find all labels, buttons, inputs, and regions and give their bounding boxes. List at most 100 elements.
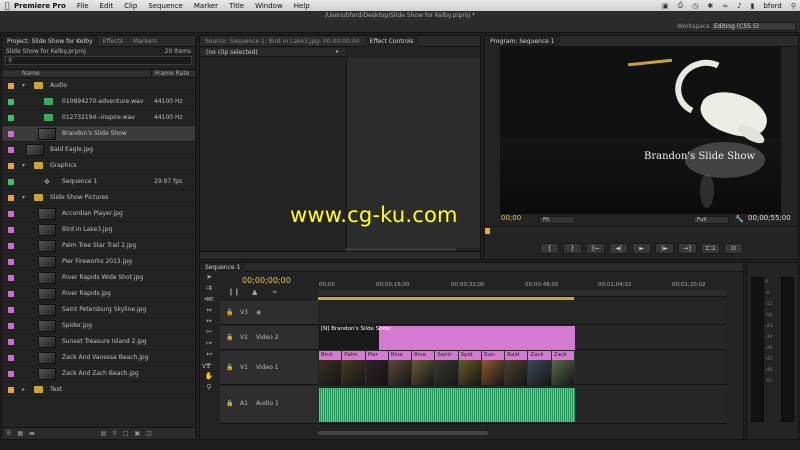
label-swatch[interactable] [8, 243, 14, 249]
label-swatch[interactable] [8, 355, 14, 361]
menu-app[interactable]: Premiere Pro [14, 2, 66, 10]
video-clip[interactable]: Rive [388, 351, 413, 385]
project-item[interactable]: Zack And Zach Beach.jpg [2, 366, 195, 382]
label-swatch[interactable] [8, 179, 14, 185]
track-select-icon[interactable]: ⇉ [203, 284, 215, 293]
lock-icon[interactable]: 🔓 [226, 364, 233, 371]
selection-tool-icon[interactable]: ➤ [203, 273, 215, 282]
arrow-right-icon[interactable]: ▸ [336, 48, 339, 55]
project-item[interactable]: River Rapids.jpg [2, 286, 195, 302]
menu-window[interactable]: Window [255, 2, 283, 10]
slide-icon[interactable]: ↤ [203, 350, 215, 359]
project-item[interactable]: Palm Tree Star Trail 2.jpg [2, 238, 195, 254]
ripple-edit-icon[interactable]: ⋘ [203, 295, 215, 304]
trash-icon[interactable]: ◫ [146, 430, 152, 437]
rate-stretch-icon[interactable]: ↔ [203, 317, 215, 326]
chevron-right-icon[interactable]: ▸ [22, 386, 25, 393]
lock-icon[interactable]: 🔓 [226, 309, 233, 316]
playhead-marker[interactable] [485, 228, 490, 234]
program-timecode[interactable]: 00;00 [501, 214, 521, 222]
volume-icon[interactable]: ♪ [737, 2, 741, 10]
col-name[interactable]: Name [2, 70, 152, 77]
zoom-slider[interactable]: ▬ [29, 430, 35, 437]
project-item[interactable]: Zack And Vanessa Beach.jpg [2, 350, 195, 366]
label-swatch[interactable] [8, 371, 14, 377]
program-video-frame[interactable]: Brandon's Slide Show [500, 46, 781, 214]
project-item[interactable]: Bird in Lake3.jpg [2, 222, 195, 238]
zoom-icon[interactable]: ⚲ [203, 383, 215, 392]
track-v3[interactable] [319, 301, 726, 325]
step-forward-button[interactable]: |► [655, 243, 674, 254]
icon-view-icon[interactable]: ▦ [17, 430, 23, 437]
timeline-scrollbar[interactable] [318, 431, 488, 435]
video-clip[interactable]: Zack [528, 351, 552, 385]
video-clip[interactable]: Sun: [481, 351, 506, 385]
label-swatch[interactable] [8, 275, 14, 281]
project-item[interactable]: Sunset Treasure Island 2.jpg [2, 334, 195, 350]
hand-icon[interactable]: ✋ [203, 372, 215, 381]
v2-clip[interactable]: [N] Brandon's Slide Show [319, 326, 575, 350]
project-item[interactable]: Saint Petersburg Skyline.jpg [2, 302, 195, 318]
label-swatch[interactable] [8, 83, 14, 89]
export-frame-button[interactable]: ⊡ [724, 243, 743, 254]
menu-title[interactable]: Title [229, 2, 244, 10]
project-item[interactable]: ▾ Graphics [2, 158, 195, 174]
battery-icon[interactable]: ▮ [751, 2, 755, 10]
video-clip[interactable]: Rive [412, 351, 436, 385]
track-v2[interactable]: [N] Brandon's Slide Show [319, 326, 726, 350]
list-view-icon[interactable]: ☰ [6, 430, 11, 437]
track-header-a1[interactable]: 🔓 A1 Audio 1 [220, 386, 318, 424]
new-bin-icon[interactable]: □ [123, 430, 129, 437]
menu-marker[interactable]: Marker [194, 2, 218, 10]
label-swatch[interactable] [8, 291, 14, 297]
workspace-select[interactable]: Editing (CS5.5) [710, 22, 796, 31]
eye-icon[interactable]: ◉ [256, 309, 261, 316]
menu-file[interactable]: File [77, 2, 89, 10]
project-item[interactable]: Bald Eagle.jpg [2, 142, 195, 158]
project-search-input[interactable]: ⚲ [5, 56, 192, 65]
menu-clip[interactable]: Clip [124, 2, 137, 10]
menu-help[interactable]: Help [294, 2, 310, 10]
project-item[interactable]: ✥ Sequence 1 29.97 fps [2, 174, 195, 190]
video-clip[interactable]: Bald [505, 351, 529, 385]
clock-icon[interactable]: ◷ [692, 2, 698, 10]
timeline-timecode[interactable]: 00;00;00;00 [242, 276, 291, 285]
track-a1[interactable] [319, 386, 726, 424]
rolling-edit-icon[interactable]: ⇔ [203, 306, 215, 315]
label-swatch[interactable] [8, 115, 14, 121]
label-swatch[interactable] [8, 227, 14, 233]
wrench-icon[interactable]: 🔧 [735, 215, 744, 223]
video-clip[interactable]: Pier [365, 351, 389, 385]
video-clip[interactable]: Palm [342, 351, 366, 385]
go-to-out-button[interactable]: →} [678, 243, 697, 254]
play-button[interactable]: ► [632, 243, 651, 254]
lift-button[interactable]: ⊏⊐ [701, 243, 720, 254]
tab-program[interactable]: Program: Sequence 1 [485, 35, 560, 47]
go-to-in-button[interactable]: {← [586, 243, 605, 254]
col-frame-rate[interactable]: Frame Rate [152, 70, 189, 77]
track-header-v1[interactable]: 🔓 V1 Video 1 [220, 351, 318, 385]
program-ruler[interactable] [485, 226, 798, 235]
project-item[interactable]: Pier Fireworks 2013.jpg [2, 254, 195, 270]
label-swatch[interactable] [8, 307, 14, 313]
project-item[interactable]: ▾ Slide Show Pictures [2, 190, 195, 206]
track-header-v2[interactable]: 🔓 V2 Video 2 [220, 326, 318, 350]
label-swatch[interactable] [8, 339, 14, 345]
tab-project[interactable]: Project: Slide Show for Kelby [2, 35, 98, 47]
wifi-icon[interactable]: ≈ [722, 2, 728, 10]
label-swatch[interactable] [8, 195, 14, 201]
label-swatch[interactable] [8, 211, 14, 217]
quality-select[interactable]: Full [693, 216, 729, 224]
mark-in-button[interactable]: { [540, 243, 559, 254]
slip-icon[interactable]: ↦ [203, 339, 215, 348]
project-item[interactable]: Spider.jpg [2, 318, 195, 334]
work-area-bar[interactable] [318, 297, 574, 300]
video-clip[interactable]: Zack [551, 351, 575, 385]
menu-sequence[interactable]: Sequence [148, 2, 183, 10]
project-item[interactable]: River Rapids Wide Shot.jpg [2, 270, 195, 286]
tab-markers[interactable]: Markers [128, 36, 162, 47]
fit-select[interactable]: Fit [539, 216, 575, 224]
marker-icon[interactable]: ▲ [252, 288, 257, 296]
audio-clip[interactable] [319, 388, 575, 422]
tab-effect-controls[interactable]: Effect Controls [364, 35, 419, 47]
